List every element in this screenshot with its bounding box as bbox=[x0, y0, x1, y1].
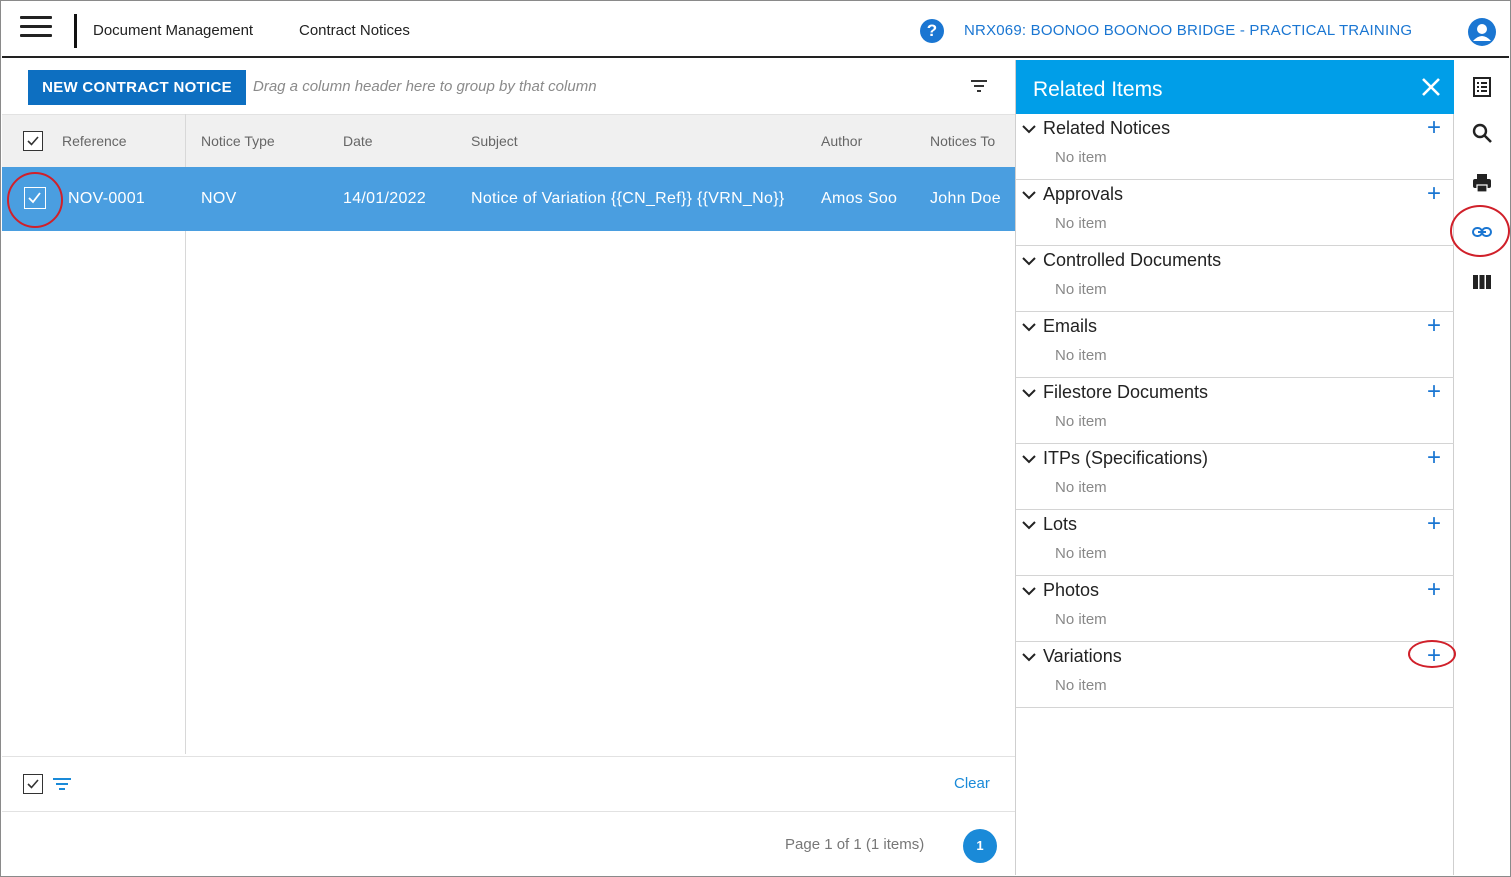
grid-toolbar: NEW CONTRACT NOTICE Drag a column header… bbox=[2, 60, 1015, 114]
details-icon[interactable] bbox=[1471, 76, 1493, 98]
right-toolbar bbox=[1455, 60, 1509, 875]
filter-enabled-checkbox[interactable] bbox=[23, 774, 43, 794]
help-icon[interactable]: ? bbox=[920, 19, 944, 43]
empty-message: No item bbox=[1055, 545, 1107, 562]
empty-message: No item bbox=[1055, 347, 1107, 364]
section-title[interactable]: Variations bbox=[1043, 646, 1122, 667]
section-title[interactable]: Controlled Documents bbox=[1043, 250, 1221, 271]
section-approvals: Approvals + No item bbox=[1016, 180, 1454, 246]
filter-icon[interactable] bbox=[970, 78, 988, 94]
section-title[interactable]: Filestore Documents bbox=[1043, 382, 1208, 403]
section-lots: Lots + No item bbox=[1016, 510, 1454, 576]
section-variations: Variations + No item bbox=[1016, 642, 1454, 708]
search-icon[interactable] bbox=[1471, 122, 1493, 144]
row-checkbox[interactable] bbox=[24, 187, 46, 209]
section-title[interactable]: ITPs (Specifications) bbox=[1043, 448, 1208, 469]
add-photo-button[interactable]: + bbox=[1427, 578, 1441, 602]
section-itps: ITPs (Specifications) + No item bbox=[1016, 444, 1454, 510]
cell-subject: Notice of Variation {{CN_Ref}} {{VRN_No}… bbox=[471, 190, 785, 207]
table-row[interactable]: NOV-0001 NOV 14/01/2022 Notice of Variat… bbox=[2, 167, 1015, 231]
empty-message: No item bbox=[1055, 479, 1107, 496]
column-header-notice-type[interactable]: Notice Type bbox=[201, 133, 275, 149]
breadcrumb-contract-notices[interactable]: Contract Notices bbox=[299, 22, 410, 39]
new-contract-notice-button[interactable]: NEW CONTRACT NOTICE bbox=[28, 70, 246, 105]
section-title[interactable]: Approvals bbox=[1043, 184, 1123, 205]
chevron-down-icon[interactable] bbox=[1022, 518, 1036, 532]
related-items-panel: Related Items Related Notices + No item … bbox=[1015, 60, 1454, 875]
close-icon[interactable] bbox=[1420, 76, 1442, 98]
menu-icon[interactable] bbox=[20, 16, 52, 42]
columns-icon[interactable] bbox=[1471, 271, 1493, 293]
chevron-down-icon[interactable] bbox=[1022, 452, 1036, 466]
section-filestore-documents: Filestore Documents + No item bbox=[1016, 378, 1454, 444]
section-title[interactable]: Lots bbox=[1043, 514, 1077, 535]
top-bar: Document Management Contract Notices ? N… bbox=[2, 2, 1509, 58]
add-email-button[interactable]: + bbox=[1427, 314, 1441, 338]
cell-notice-type: NOV bbox=[201, 190, 237, 207]
section-photos: Photos + No item bbox=[1016, 576, 1454, 642]
column-header-reference[interactable]: Reference bbox=[62, 133, 127, 149]
link-icon[interactable] bbox=[1471, 221, 1493, 243]
project-name[interactable]: NRX069: BOONOO BOONOO BRIDGE - PRACTICAL… bbox=[964, 22, 1412, 39]
cell-date: 14/01/2022 bbox=[343, 190, 427, 207]
add-filestore-document-button[interactable]: + bbox=[1427, 380, 1441, 404]
print-icon[interactable] bbox=[1471, 172, 1493, 194]
chevron-down-icon[interactable] bbox=[1022, 584, 1036, 598]
empty-message: No item bbox=[1055, 149, 1107, 166]
chevron-down-icon[interactable] bbox=[1022, 650, 1036, 664]
chevron-down-icon[interactable] bbox=[1022, 386, 1036, 400]
user-avatar-icon[interactable] bbox=[1468, 18, 1496, 46]
empty-message: No item bbox=[1055, 677, 1107, 694]
related-items-title: Related Items bbox=[1033, 78, 1163, 101]
empty-message: No item bbox=[1055, 215, 1107, 232]
clear-filter-link[interactable]: Clear bbox=[954, 775, 990, 792]
select-all-checkbox[interactable] bbox=[23, 131, 43, 151]
add-approval-button[interactable]: + bbox=[1427, 182, 1441, 206]
column-header-subject[interactable]: Subject bbox=[471, 133, 518, 149]
column-header-date[interactable]: Date bbox=[343, 133, 373, 149]
chevron-down-icon[interactable] bbox=[1022, 254, 1036, 268]
section-title[interactable]: Related Notices bbox=[1043, 118, 1170, 139]
cell-notices-to: John Doe bbox=[930, 190, 1001, 207]
top-bar-divider bbox=[74, 14, 77, 48]
pager-summary: Page 1 of 1 (1 items) bbox=[785, 836, 925, 853]
chevron-down-icon[interactable] bbox=[1022, 188, 1036, 202]
grid-header-row: Reference Notice Type Date Subject Autho… bbox=[2, 114, 1015, 167]
add-variation-button[interactable]: + bbox=[1427, 644, 1441, 668]
chevron-down-icon[interactable] bbox=[1022, 122, 1036, 136]
breadcrumb-document-management[interactable]: Document Management bbox=[93, 22, 253, 39]
pager: Page 1 of 1 (1 items) 1 bbox=[2, 812, 1015, 875]
column-header-author[interactable]: Author bbox=[821, 133, 862, 149]
empty-message: No item bbox=[1055, 413, 1107, 430]
notices-grid: NEW CONTRACT NOTICE Drag a column header… bbox=[2, 60, 1015, 875]
section-title[interactable]: Photos bbox=[1043, 580, 1099, 601]
section-emails: Emails + No item bbox=[1016, 312, 1454, 378]
add-itp-button[interactable]: + bbox=[1427, 446, 1441, 470]
add-lot-button[interactable]: + bbox=[1427, 512, 1441, 536]
section-related-notices: Related Notices + No item bbox=[1016, 114, 1454, 180]
section-title[interactable]: Emails bbox=[1043, 316, 1097, 337]
chevron-down-icon[interactable] bbox=[1022, 320, 1036, 334]
section-controlled-documents: Controlled Documents No item bbox=[1016, 246, 1454, 312]
column-header-notices-to[interactable]: Notices To bbox=[930, 133, 995, 149]
filter-builder-icon[interactable] bbox=[53, 777, 71, 791]
empty-message: No item bbox=[1055, 611, 1107, 628]
filter-bar: Clear bbox=[2, 756, 1015, 812]
empty-message: No item bbox=[1055, 281, 1107, 298]
group-panel-hint[interactable]: Drag a column header here to group by th… bbox=[253, 78, 597, 95]
related-items-header: Related Items bbox=[1016, 60, 1454, 114]
cell-reference: NOV-0001 bbox=[68, 190, 146, 207]
page-button-1[interactable]: 1 bbox=[963, 829, 997, 863]
cell-author: Amos Soo bbox=[821, 190, 898, 207]
add-related-notice-button[interactable]: + bbox=[1427, 116, 1441, 140]
